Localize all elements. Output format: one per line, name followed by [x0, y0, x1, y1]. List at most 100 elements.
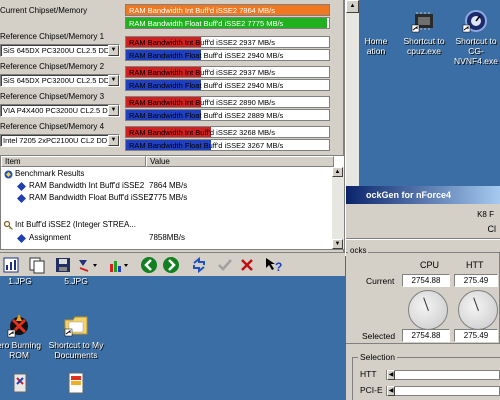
my-documents-icon [62, 312, 90, 338]
pcie-slider[interactable]: ◀ [386, 386, 500, 396]
reference-4-float-bar: RAM Bandwidth Float Buff'd iSSE2 3267 MB… [125, 139, 330, 151]
item-label: RAM Bandwidth Int Buff'd iSSE2 [29, 181, 145, 190]
reference-1-int-bar: RAM Bandwidth Int Buff'd iSSE2 2937 MB/s [125, 36, 330, 48]
copy-icon[interactable] [28, 256, 46, 274]
bar-text: RAM Bandwidth Int Buff'd iSSE2 3268 MB/s [129, 128, 275, 137]
clockgen-shortcut-icon [462, 8, 490, 34]
desktop-icon-clockgen[interactable]: Shortcut to CG-NVNF4.exe [448, 8, 500, 66]
desktop-icon-picture[interactable] [56, 370, 96, 398]
item-value: 7858MB/s [149, 233, 186, 242]
reference-2-label: Reference Chipset/Memory 2 [0, 62, 105, 71]
bar-text: RAM Bandwidth Float Buff'd iSSE2 2889 MB… [129, 111, 284, 120]
slider-left-arrow-icon[interactable]: ◀ [387, 386, 395, 396]
results-vertical-scrollbar[interactable]: ▲ ▼ [332, 167, 344, 249]
chevron-down-icon[interactable]: ▼ [108, 135, 119, 146]
slider-left-arrow-icon[interactable]: ◀ [387, 370, 395, 380]
desktop-icon-label: 1.JPG [8, 276, 32, 286]
desktop-icon-my-documents[interactable]: Shortcut to My Documents [40, 312, 112, 360]
scroll-down-icon[interactable]: ▼ [332, 239, 343, 249]
reference-1-float-bar: RAM Bandwidth Float Buff'd iSSE2 2940 MB… [125, 49, 330, 61]
column-header-item[interactable]: Item [1, 156, 146, 167]
check-icon[interactable] [216, 256, 234, 274]
reference-3-float-bar: RAM Bandwidth Float Buff'd iSSE2 2889 MB… [125, 109, 330, 121]
report-icon[interactable] [2, 256, 20, 274]
current-chipset-label: Current Chipset/Memory [0, 6, 88, 15]
benchmark-icon [4, 170, 13, 179]
toolbar: ? [0, 252, 345, 276]
refresh-icon[interactable] [190, 256, 208, 274]
item-label: Assignment [29, 233, 71, 242]
htt-column-header: HTT [466, 260, 484, 270]
current-float-bandwidth-bar: RAM Bandwidth Float Buff'd iSSE2 7775 MB… [125, 17, 330, 29]
reference-1-label: Reference Chipset/Memory 1 [0, 32, 105, 41]
scroll-up-icon[interactable]: ▲ [332, 167, 343, 177]
select-value: Intel 7205 2xPC2100U CL2 DD [3, 136, 108, 145]
clockgen-title[interactable]: ockGen for nForce4 [346, 186, 500, 204]
results-list[interactable]: Item Value Benchmark Results RAM Bandwid… [0, 155, 345, 250]
item-label: Benchmark Results [15, 169, 85, 178]
desktop-icon-label: Shortcut to CG-NVNF4.exe [454, 36, 498, 66]
picture-file-icon [62, 370, 90, 396]
close-icon[interactable] [238, 256, 256, 274]
key-icon [4, 221, 13, 230]
desktop-icon-nero[interactable]: ero Burning ROM [0, 312, 44, 360]
bar-text: RAM Bandwidth Float Buff'd iSSE2 3267 MB… [129, 141, 284, 150]
htt-slider[interactable]: ◀ [386, 370, 500, 380]
scroll-up-icon[interactable]: ▲ [346, 0, 359, 13]
separator [346, 238, 500, 240]
bar-text: RAM Bandwidth Float Buff'd iSSE2 2940 MB… [129, 81, 284, 90]
htt-slider-label: HTT [360, 369, 377, 379]
select-value: SiS 645DX PC3200U CL2.5 DD [3, 46, 110, 55]
svg-text:?: ? [275, 260, 282, 274]
result-diamond-icon [17, 234, 26, 243]
desktop-icon-label: 5.JPG [64, 276, 88, 286]
reference-4-int-bar: RAM Bandwidth Int Buff'd iSSE2 3268 MB/s [125, 126, 330, 138]
bar-text: RAM Bandwidth Int Buff'd iSSE2 2937 MB/s [129, 38, 275, 47]
save-icon[interactable] [54, 256, 72, 274]
reference-4-label: Reference Chipset/Memory 4 [0, 122, 105, 131]
column-header-value[interactable]: Value [146, 156, 334, 167]
cpu-current-value: 2754.88 [402, 274, 450, 287]
desktop-icon-tools[interactable] [0, 370, 40, 398]
chevron-down-icon[interactable]: ▼ [108, 45, 119, 56]
forward-arrow-icon[interactable] [162, 256, 180, 274]
home-icon [367, 8, 385, 34]
select-value: VIA P4X400 PC3200U CL2.5 DD [3, 106, 114, 115]
reference-1-select[interactable]: SiS 645DX PC3200U CL2.5 DD ▼ [0, 44, 120, 57]
bar-text: RAM Bandwidth Float Buff'd iSSE2 7775 MB… [129, 19, 284, 28]
current-label: Current [366, 276, 395, 286]
nero-icon [5, 312, 33, 338]
benchmark-window: Current Chipset/Memory RAM Bandwidth Int… [0, 0, 345, 276]
reference-2-select[interactable]: SiS 645DX PC3200U CL2.5 DD ▼ [0, 74, 120, 87]
clocks-group-label: ocks [348, 246, 369, 255]
htt-current-value: 275.49 [454, 274, 498, 287]
htt-gauge [458, 290, 498, 330]
back-arrow-icon[interactable] [140, 256, 158, 274]
cpu-column-header: CPU [420, 260, 440, 270]
desktop-icon-label: Shortcut to My Documents [48, 340, 104, 360]
bar-text: RAM Bandwidth Int Buff'd iSSE2 7864 MB/s [129, 6, 275, 15]
chevron-down-icon[interactable]: ▼ [108, 75, 119, 86]
bar-text: RAM Bandwidth Int Buff'd iSSE2 2937 MB/s [129, 68, 275, 77]
chart-options-icon[interactable] [108, 256, 132, 274]
cpuz-shortcut-icon [410, 8, 438, 34]
chevron-down-icon[interactable]: ▼ [108, 105, 119, 116]
selected-label: Selected [362, 331, 396, 341]
result-diamond-icon [17, 194, 26, 203]
item-value: 7864 MB/s [149, 181, 188, 190]
cpu-selected-value: 2754.88 [402, 329, 450, 342]
reference-3-select[interactable]: VIA P4X400 PC3200U CL2.5 DD ▼ [0, 104, 120, 117]
htt-selected-value: 275.49 [454, 329, 498, 342]
preferences-icon[interactable] [76, 256, 100, 274]
bar-text: RAM Bandwidth Float Buff'd iSSE2 2940 MB… [129, 51, 284, 60]
item-value: 7775 MB/s [149, 193, 188, 202]
help-icon[interactable]: ? [264, 256, 282, 274]
k8-label: K8 F [477, 210, 494, 219]
reference-3-label: Reference Chipset/Memory 3 [0, 92, 105, 101]
reference-4-select[interactable]: Intel 7205 2xPC2100U CL2 DD ▼ [0, 134, 120, 147]
reference-3-int-bar: RAM Bandwidth Int Buff'd iSSE2 2890 MB/s [125, 96, 330, 108]
select-value: SiS 645DX PC3200U CL2.5 DD [3, 76, 110, 85]
desktop-icon-label: ero Burning ROM [0, 340, 41, 360]
reference-2-float-bar: RAM Bandwidth Float Buff'd iSSE2 2940 MB… [125, 79, 330, 91]
pcie-slider-label: PCI-E [360, 385, 383, 395]
